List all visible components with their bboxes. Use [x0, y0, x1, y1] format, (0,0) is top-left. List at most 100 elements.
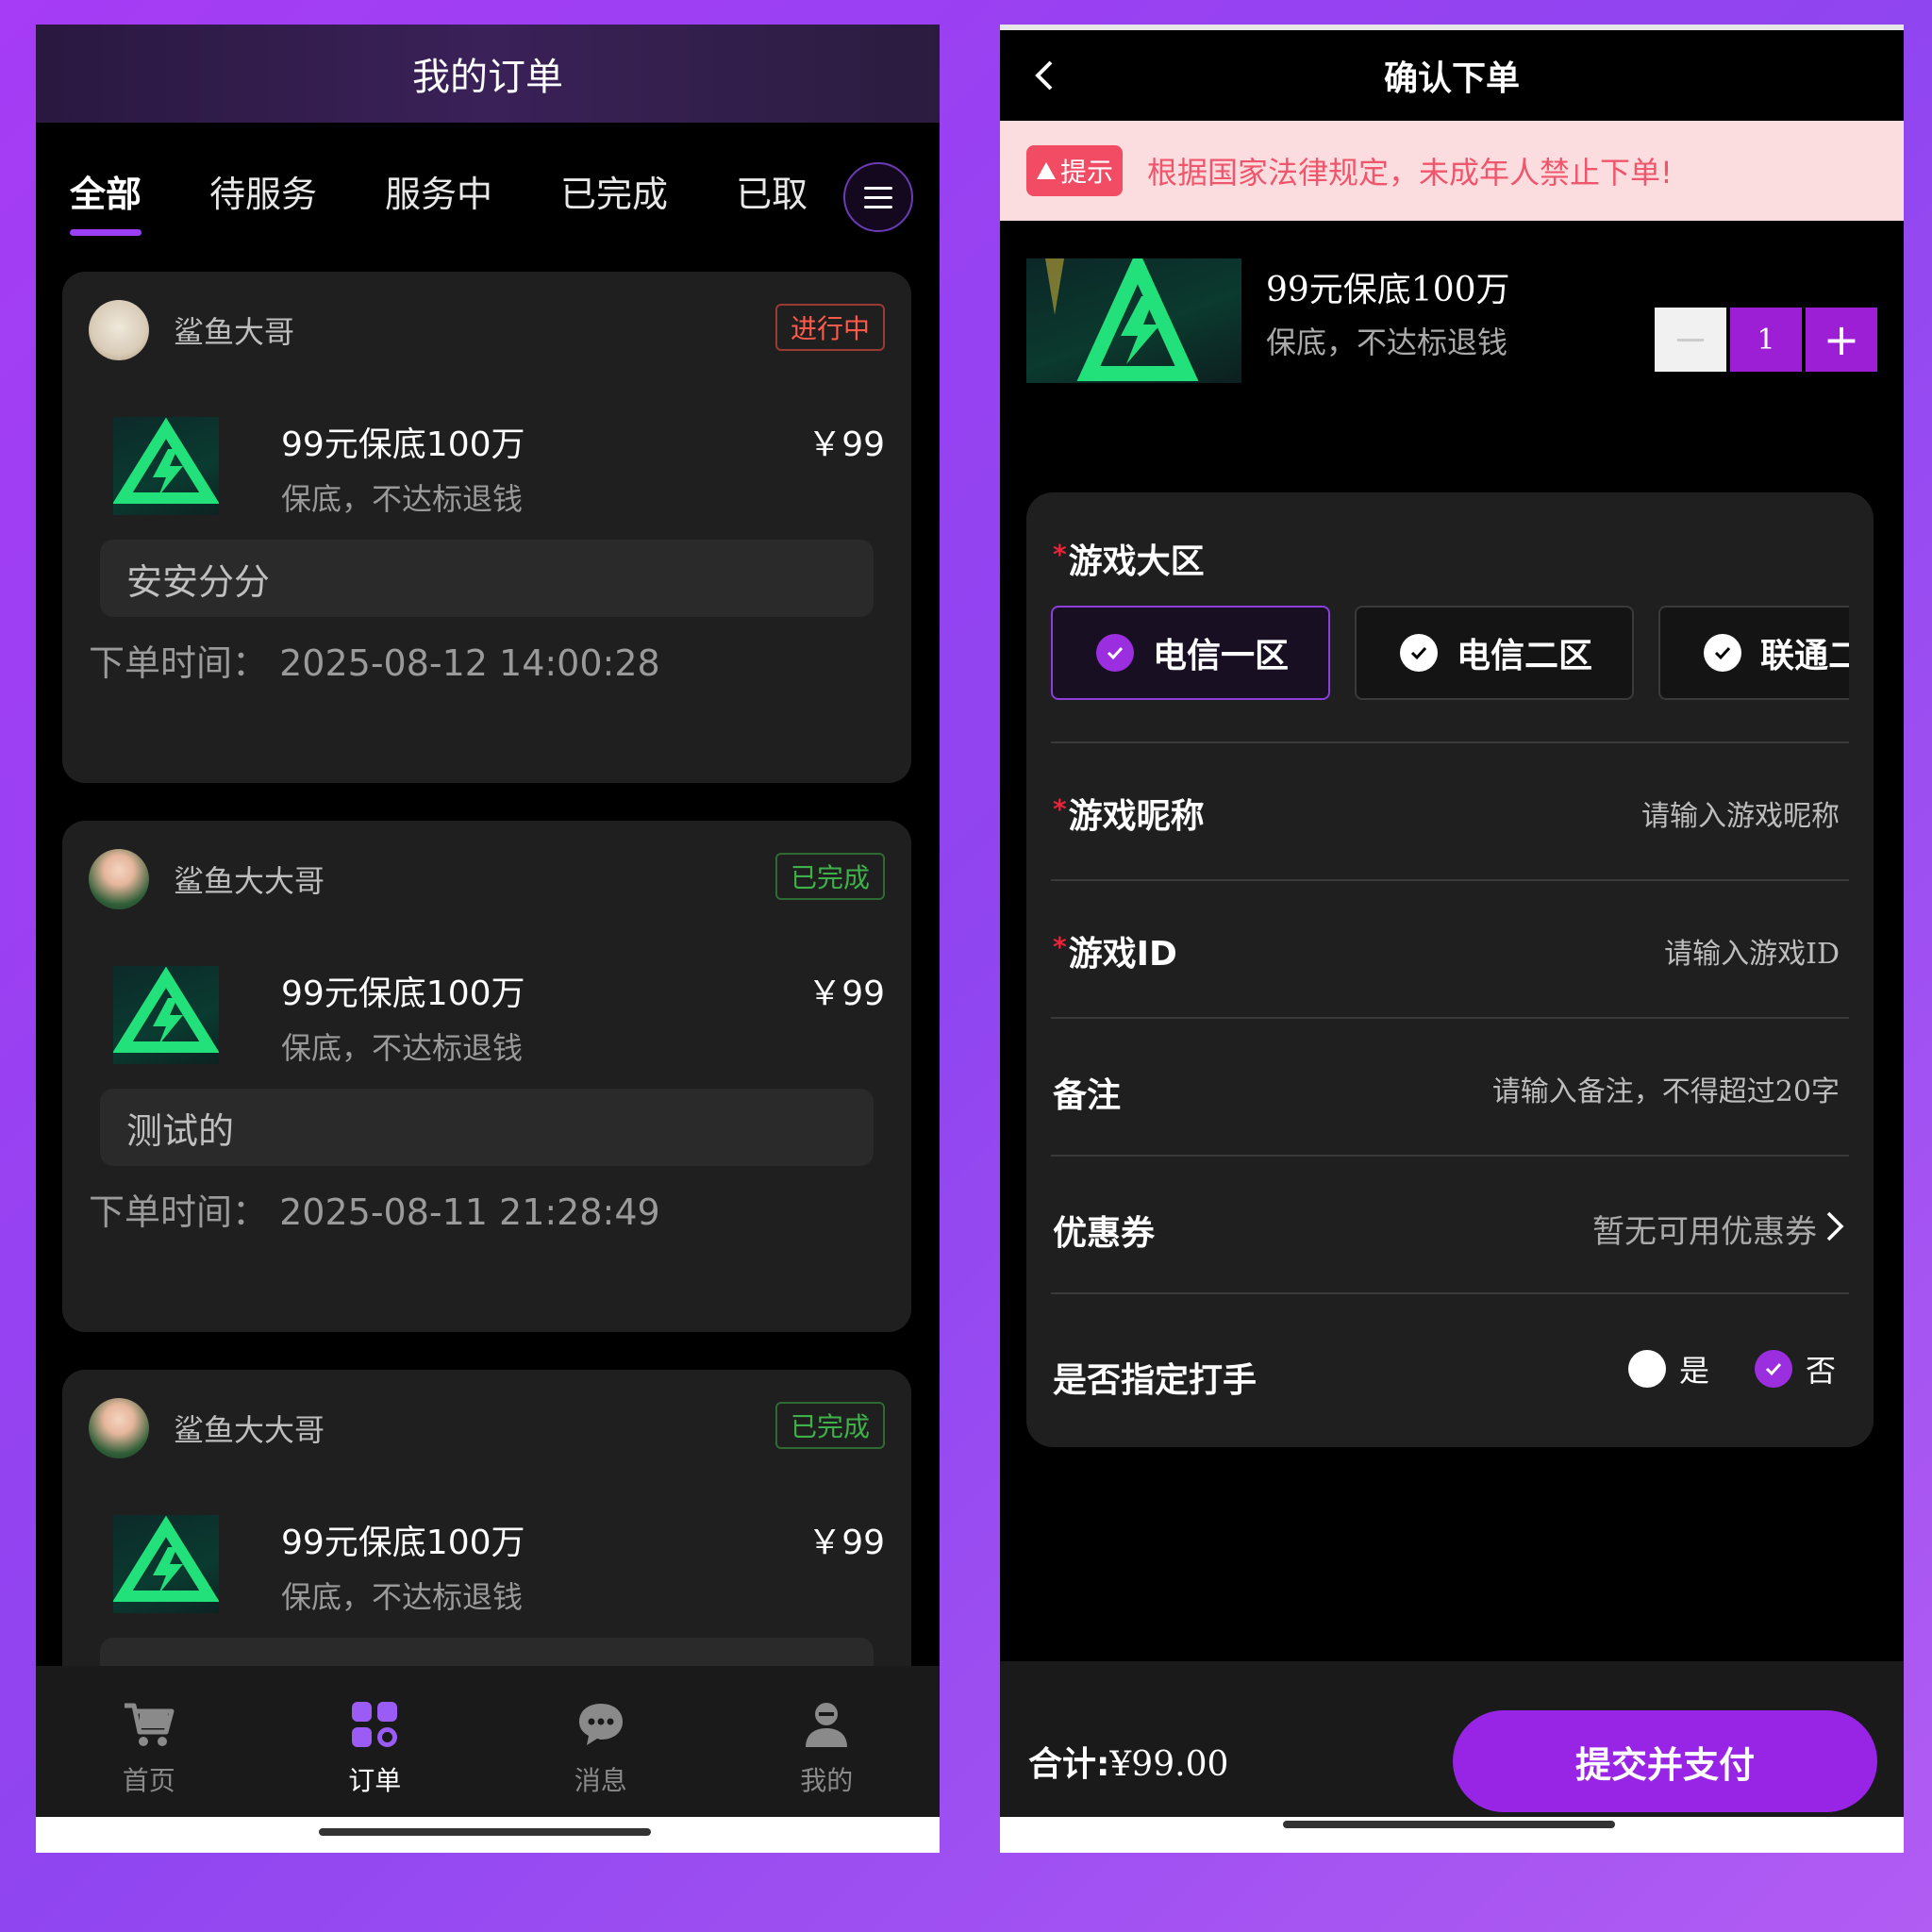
total-value: ¥99.00	[1109, 1745, 1229, 1784]
back-arrow-icon[interactable]	[1028, 58, 1062, 92]
quantity-increase-button[interactable]: +	[1806, 308, 1877, 372]
order-tabs: 全部 待服务 服务中 已完成 已取	[36, 123, 940, 264]
product-logo-icon	[1026, 258, 1241, 383]
radio-yes-label: 是	[1678, 1353, 1709, 1389]
avatar	[89, 300, 149, 360]
radio-yes[interactable]	[1627, 1350, 1666, 1388]
divider	[1051, 1155, 1849, 1157]
status-badge: 进行中	[774, 304, 885, 351]
status-badge: 已完成	[774, 1402, 885, 1449]
divider	[1051, 741, 1849, 743]
tab-cancelled[interactable]: 已取	[736, 165, 808, 223]
zone-label: *游戏大区	[1053, 539, 1205, 581]
assign-booster-label: 是否指定打手	[1053, 1361, 1257, 1400]
avatar	[89, 1398, 149, 1458]
tab-pending[interactable]: 待服务	[209, 165, 317, 223]
product-logo-icon	[113, 966, 219, 1064]
radio-no[interactable]	[1754, 1350, 1792, 1388]
notice-tag-label: 提示	[1060, 157, 1114, 188]
quantity-stepper: 1 +	[1655, 308, 1877, 372]
quantity-value[interactable]: 1	[1730, 308, 1802, 372]
tab-in-service[interactable]: 服务中	[385, 165, 492, 223]
orders-screen: 我的订单 全部 待服务 服务中 已完成 已取 鲨鱼大哥 进行中 99元保底100…	[36, 25, 940, 1853]
page-title: 我的订单	[412, 56, 563, 99]
product-summary: 99元保底100万 保底，不达标退钱 1 +	[1000, 221, 1904, 428]
chevron-right-icon[interactable]	[1824, 1209, 1845, 1243]
zone-option[interactable]: 电信一区	[1051, 606, 1330, 700]
product-row: 99元保底100万 ￥99 保底，不达标退钱	[62, 938, 911, 1089]
order-time-label: 下单时间：	[89, 1191, 269, 1233]
nickname-label: *游戏昵称	[1053, 793, 1205, 836]
product-row: 99元保底100万 ￥99 保底，不达标退钱	[62, 389, 911, 540]
product-logo-icon	[113, 417, 219, 515]
quantity-decrease-button[interactable]	[1655, 308, 1726, 372]
tab-completed[interactable]: 已完成	[560, 165, 668, 223]
product-price: ￥99	[808, 1524, 885, 1562]
product-logo-icon	[113, 1515, 219, 1613]
product-subtitle: 保底，不达标退钱	[281, 1030, 524, 1066]
chat-bubble-icon	[575, 1700, 627, 1749]
product-title: 99元保底100万	[1266, 271, 1510, 309]
order-remark: 测试的	[100, 1089, 874, 1166]
tabbar-label: 消息	[574, 1765, 627, 1796]
order-card[interactable]: 鲨鱼大哥 进行中 99元保底100万 ￥99 保底，不达标退钱 安安分分 下单时…	[62, 272, 911, 783]
product-subtitle: 保底，不达标退钱	[281, 1579, 524, 1615]
product-subtitle: 保底，不达标退钱	[1266, 325, 1508, 360]
assign-booster-radio-group: 是 否	[1627, 1347, 1836, 1391]
gameid-label: *游戏ID	[1053, 931, 1177, 974]
hamburger-menu-icon[interactable]	[843, 162, 913, 232]
home-indicator[interactable]	[319, 1828, 651, 1836]
status-badge: 已完成	[774, 853, 885, 900]
coupon-value[interactable]: 暂无可用优惠券	[1592, 1206, 1817, 1252]
divider	[1051, 1292, 1849, 1294]
tabbar-messages[interactable]: 消息	[488, 1666, 714, 1817]
confirm-order-screen: 确认下单 提示 根据国家法律规定，未成年人禁止下单! 99元保底100万 保底，…	[1000, 25, 1904, 1853]
product-subtitle: 保底，不达标退钱	[281, 481, 524, 517]
gameid-input[interactable]: 请输入游戏ID	[1664, 930, 1840, 972]
tabbar-label: 订单	[348, 1765, 402, 1796]
remark-label: 备注	[1053, 1076, 1122, 1115]
notice-bar: 提示 根据国家法律规定，未成年人禁止下单!	[1000, 121, 1904, 221]
check-circle-icon	[1096, 634, 1134, 672]
product-title: 99元保底100万	[281, 974, 525, 1013]
check-circle-icon	[1704, 634, 1741, 672]
tabbar-label: 我的	[800, 1765, 854, 1796]
notice-tag: 提示	[1026, 145, 1124, 196]
product-price: ￥99	[808, 974, 885, 1013]
order-total: 合计:¥99.00	[1028, 1737, 1228, 1786]
zone-options: 电信一区 电信二区 联通二区	[1051, 606, 1849, 704]
home-indicator[interactable]	[1283, 1821, 1615, 1828]
check-circle-icon	[1400, 634, 1438, 672]
order-remark: 安安分分	[100, 540, 874, 617]
page-title: 确认下单	[1383, 59, 1520, 98]
order-card-header: 鲨鱼大大哥 已完成	[62, 821, 911, 938]
avatar	[89, 849, 149, 909]
nickname-input[interactable]: 请输入游戏昵称	[1641, 792, 1840, 834]
orders-header: 我的订单	[36, 25, 940, 123]
tab-all[interactable]: 全部	[70, 165, 142, 236]
order-time: 下单时间： 2025-08-12 14:00:28	[89, 634, 911, 686]
product-title: 99元保底100万	[281, 1524, 525, 1562]
product-row: 99元保底100万 ￥99 保底，不达标退钱	[62, 1487, 911, 1638]
order-card[interactable]: 鲨鱼大大哥 已完成 99元保底100万 ￥99 保底，不达标退钱 测试的 下单时…	[62, 821, 911, 1332]
order-time: 下单时间： 2025-08-11 21:28:49	[89, 1183, 911, 1235]
tabbar-profile[interactable]: 我的	[714, 1666, 941, 1817]
total-label: 合计:	[1028, 1745, 1110, 1784]
tabbar-home[interactable]: 首页	[36, 1666, 262, 1817]
zone-option[interactable]: 联通二区	[1658, 606, 1849, 700]
home-indicator-area	[36, 1817, 940, 1853]
order-card-header: 鲨鱼大大哥 已完成	[62, 1370, 911, 1487]
home-indicator-area	[1000, 1817, 1904, 1853]
order-list: 鲨鱼大哥 进行中 99元保底100万 ￥99 保底，不达标退钱 安安分分 下单时…	[62, 272, 911, 1853]
product-price: ￥99	[808, 425, 885, 464]
zone-option[interactable]: 电信二区	[1355, 606, 1634, 700]
user-name: 鲨鱼大哥	[174, 314, 295, 350]
order-time-label: 下单时间：	[89, 642, 269, 684]
zone-option-label: 电信二区	[1457, 637, 1593, 675]
submit-pay-button[interactable]: 提交并支付	[1453, 1710, 1877, 1812]
tabbar-orders[interactable]: 订单	[262, 1666, 489, 1817]
cart-icon	[123, 1700, 175, 1749]
remark-input[interactable]: 请输入备注，不得超过20字	[1492, 1068, 1840, 1109]
order-time-value: 2025-08-11 21:28:49	[279, 1191, 660, 1233]
divider	[1051, 1017, 1849, 1019]
